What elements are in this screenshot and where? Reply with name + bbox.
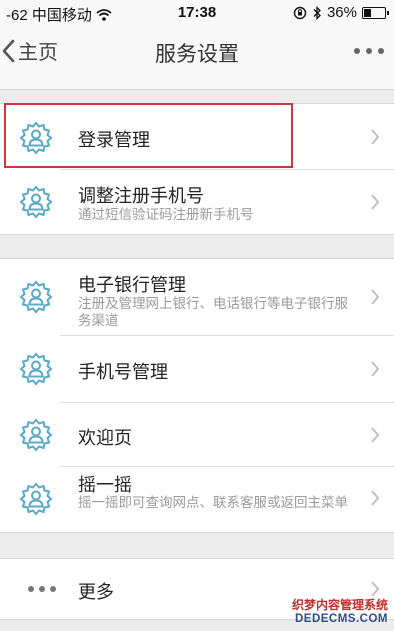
bluetooth-icon	[313, 5, 321, 20]
item-title: 欢迎页	[78, 428, 132, 448]
chevron-right-icon	[371, 427, 380, 443]
navigation-bar: 主页 服务设置	[0, 30, 394, 74]
more-options-button[interactable]	[354, 38, 384, 64]
chevron-right-icon	[371, 194, 380, 210]
gear-user-icon	[19, 352, 53, 386]
gear-user-icon	[19, 185, 53, 219]
more-dots-icon	[28, 586, 56, 592]
list-item-change-phone[interactable]: 调整注册手机号 通过短信验证码注册新手机号	[0, 170, 394, 234]
battery-fill	[364, 8, 371, 17]
watermark-line1: 织梦内容管理系统	[291, 598, 388, 612]
list-item-welcome-page[interactable]: 欢迎页	[0, 403, 394, 466]
chevron-right-icon	[371, 129, 380, 145]
watermark: 织梦内容管理系统 DEDECMS.COM	[292, 598, 388, 626]
watermark-line2: DEDECMS.COM	[294, 613, 388, 625]
item-title: 调整注册手机号	[78, 186, 204, 206]
page-title: 服务设置	[155, 43, 239, 66]
gear-user-icon	[19, 280, 53, 314]
dot-icon	[378, 48, 384, 54]
list-item-shake[interactable]: 摇一摇 摇一摇即可查询网点、联系客服或返回主菜单	[0, 467, 394, 532]
item-subtitle: 注册及管理网上银行、电话银行等电子银行服务渠道	[78, 296, 348, 328]
item-title: 手机号管理	[78, 362, 168, 382]
chevron-right-icon	[371, 289, 380, 305]
item-subtitle: 摇一摇即可查询网点、联系客服或返回主菜单	[78, 495, 348, 510]
item-title: 更多	[78, 582, 114, 602]
item-title: 登录管理	[78, 130, 150, 150]
list-item-ebank-management[interactable]: 电子银行管理 注册及管理网上银行、电话银行等电子银行服务渠道	[0, 259, 394, 335]
list-item-phone-management[interactable]: 手机号管理	[0, 336, 394, 402]
battery-icon	[362, 6, 389, 19]
battery-percent: 36%	[326, 4, 357, 21]
dot-icon	[366, 48, 372, 54]
chevron-right-icon	[371, 361, 380, 377]
item-title: 电子银行管理	[78, 275, 186, 295]
item-subtitle: 通过短信验证码注册新手机号	[78, 207, 254, 222]
status-right: 36%	[293, 4, 389, 21]
status-bar: -62 中国移动 17:38 36%	[0, 0, 394, 26]
chevron-right-icon	[371, 490, 380, 506]
gear-user-icon	[19, 418, 53, 452]
rotation-lock-icon	[293, 6, 307, 19]
gear-user-icon	[19, 482, 53, 516]
dot-icon	[354, 48, 360, 54]
list-item-login-management[interactable]: 登录管理	[0, 104, 394, 169]
chevron-right-icon	[371, 581, 380, 597]
gear-user-icon	[19, 121, 53, 155]
